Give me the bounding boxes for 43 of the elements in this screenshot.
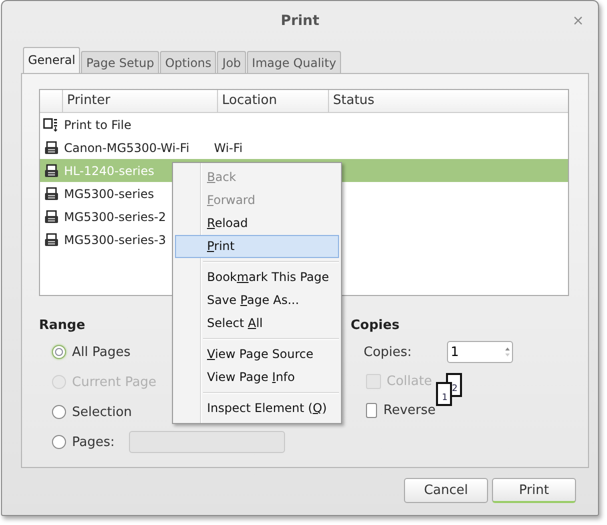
radio-button[interactable]: [52, 345, 66, 359]
section-heading: Range: [39, 318, 86, 333]
checkbox-label: Reverse: [383, 403, 436, 418]
checkbox[interactable]: [366, 403, 378, 418]
radio-button[interactable]: [52, 405, 66, 419]
printer-icon: [44, 164, 58, 178]
tab[interactable]: General: [23, 47, 80, 73]
column-header[interactable]: Printer: [62, 90, 217, 112]
column-header[interactable]: Location: [217, 90, 328, 112]
radio-label: All Pages: [72, 344, 130, 360]
radio-label: Current Page: [72, 374, 156, 390]
radio-label: Selection: [72, 404, 132, 420]
printer-icon: [44, 210, 58, 224]
tab[interactable]: Job: [217, 51, 246, 73]
radio-button[interactable]: [52, 435, 66, 449]
printer-icon: [44, 140, 58, 154]
menu-item[interactable]: Select All: [175, 312, 339, 335]
printer-name[interactable]: Print to File: [62, 118, 212, 132]
copies-input[interactable]: 1: [448, 342, 503, 362]
copies-label: Copies:: [364, 344, 413, 360]
menu-item[interactable]: Save Page As...: [175, 289, 339, 312]
printer-icon: [44, 232, 58, 246]
menu-item[interactable]: Inspect Element (Q): [175, 397, 339, 420]
menu-item[interactable]: View Page Source: [175, 343, 339, 366]
menu-item[interactable]: Reload: [175, 212, 339, 235]
column-header[interactable]: Status: [328, 90, 568, 112]
tab[interactable]: Options: [160, 51, 216, 73]
tab[interactable]: Image Quality: [246, 51, 342, 73]
menu-item[interactable]: Bookmark This Page: [175, 266, 339, 289]
menu-item[interactable]: Print: [175, 235, 339, 258]
print-button[interactable]: Print: [492, 478, 576, 503]
file-output-icon: [43, 118, 59, 132]
section-heading: Copies: [350, 318, 400, 333]
tab[interactable]: Page Setup: [81, 51, 160, 73]
radio-label: Pages:: [72, 434, 115, 450]
cancel-button[interactable]: Cancel: [404, 478, 488, 503]
printer-name[interactable]: Canon-MG5300-Wi-Fi: [62, 140, 212, 154]
copies-spinner[interactable]: 1: [446, 341, 513, 363]
printer-icon: [44, 186, 58, 200]
checkbox-label: Collate: [386, 374, 432, 389]
menu-item[interactable]: View Page Info: [175, 366, 339, 389]
printer-location: Wi-Fi: [213, 140, 244, 154]
window-title: Print: [280, 13, 320, 29]
